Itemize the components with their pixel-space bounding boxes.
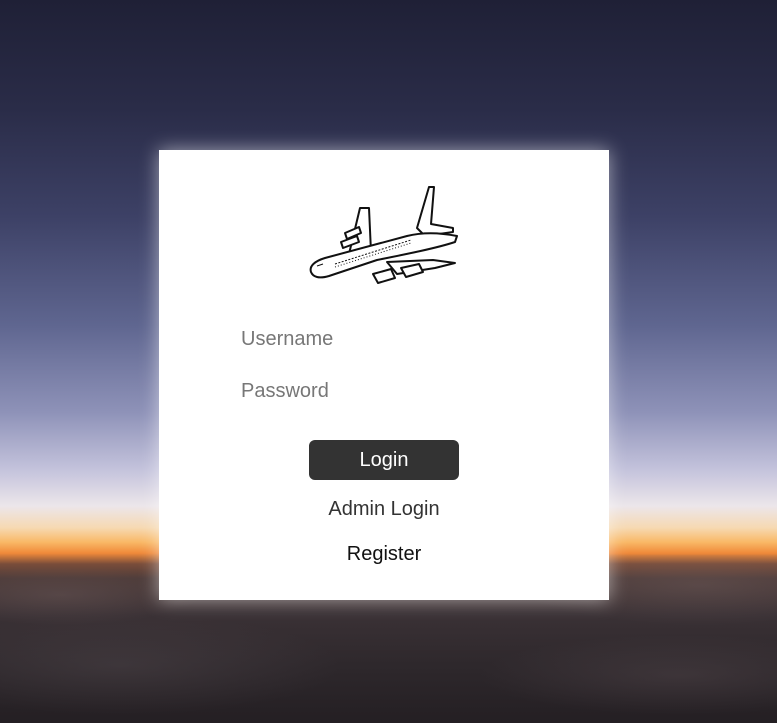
login-card: Login Admin Login Register [159, 150, 609, 600]
register-link[interactable]: Register [159, 543, 609, 566]
login-button[interactable]: Login [309, 440, 459, 480]
admin-login-link[interactable]: Admin Login [159, 498, 609, 521]
airplane-icon [309, 186, 458, 284]
password-input[interactable] [241, 376, 531, 406]
username-input[interactable] [241, 324, 531, 354]
